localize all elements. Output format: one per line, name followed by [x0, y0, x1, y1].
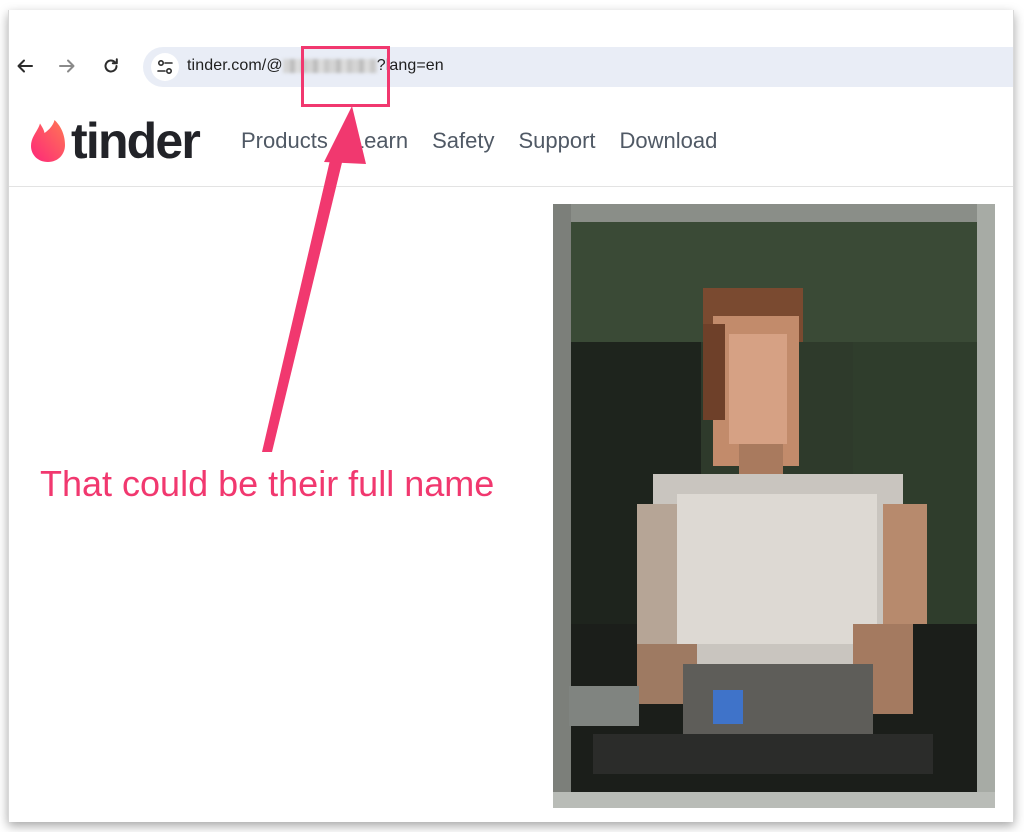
arrow-shaft [262, 143, 346, 452]
annotation-arrow [262, 106, 366, 452]
annotation-text: That could be their full name [40, 463, 495, 504]
arrow-head [324, 106, 366, 164]
